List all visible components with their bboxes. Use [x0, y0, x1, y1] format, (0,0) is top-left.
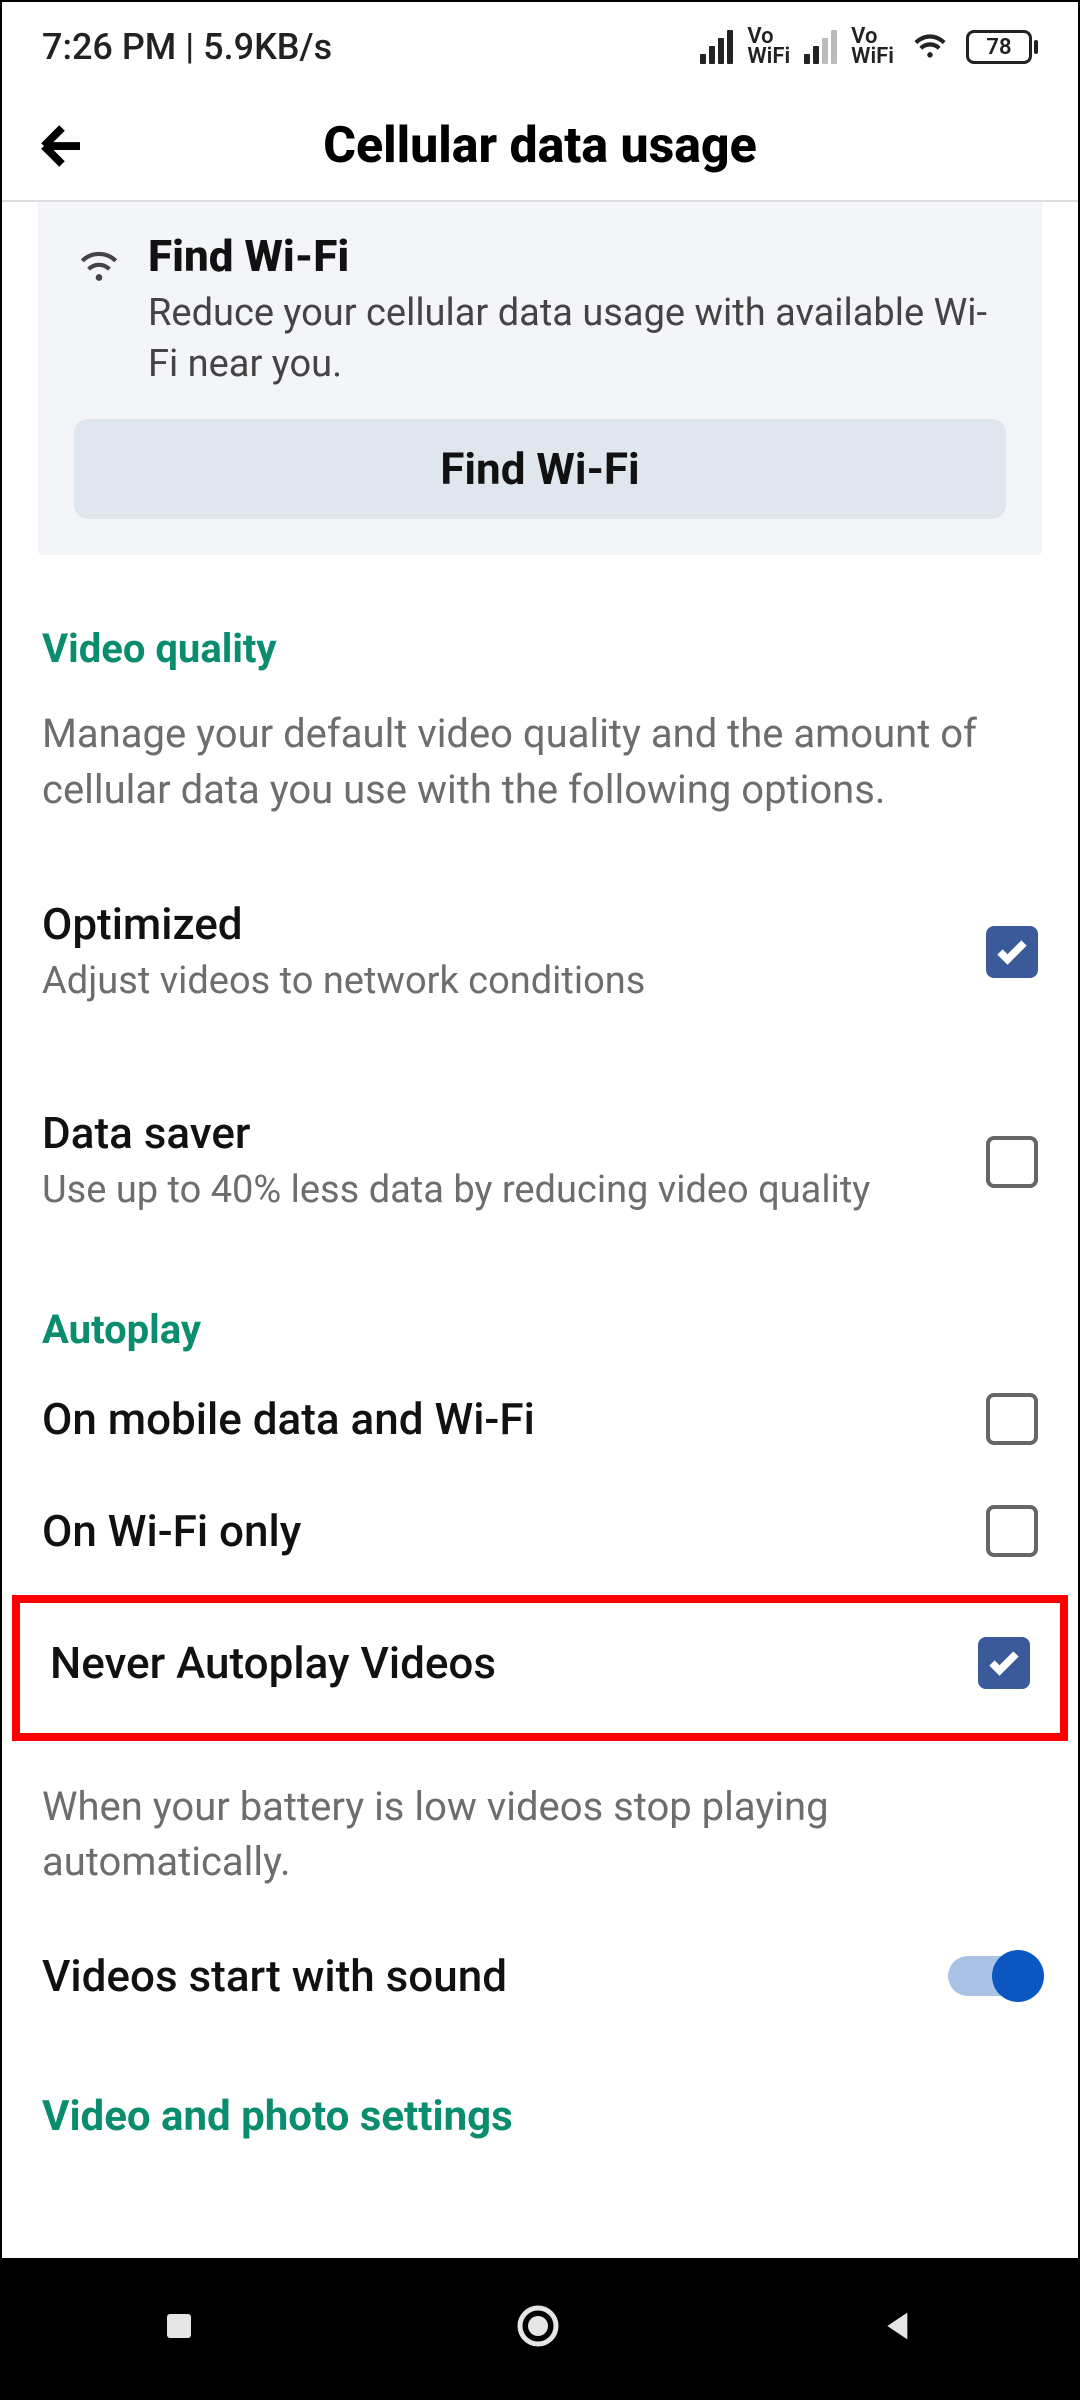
wifi-icon — [908, 21, 952, 74]
status-net-speed: 5.9KB/s — [203, 26, 332, 68]
autoplay-header: Autoplay — [2, 1246, 1078, 1363]
nav-home-button[interactable] — [514, 2302, 562, 2354]
datasaver-checkbox[interactable] — [986, 1136, 1038, 1188]
content: Find Wi-Fi Reduce your cellular data usa… — [2, 202, 1078, 2258]
app-header: Cellular data usage — [2, 92, 1078, 202]
videos-sound-row[interactable]: Videos start with sound — [2, 1900, 1078, 2032]
nav-back-button[interactable] — [879, 2306, 919, 2350]
nav-recents-button[interactable] — [161, 2308, 197, 2348]
optimized-row[interactable]: Optimized Adjust videos to network condi… — [2, 828, 1078, 1037]
vowifi-2-icon: VoWiFi — [851, 27, 894, 67]
video-quality-sub: Manage your default video quality and th… — [2, 682, 1078, 828]
system-nav-bar — [2, 2258, 1078, 2398]
autoplay-opt1-label: On mobile data and Wi-Fi — [42, 1393, 986, 1445]
autoplay-never-row[interactable]: Never Autoplay Videos — [12, 1595, 1068, 1741]
optimized-sub: Adjust videos to network conditions — [42, 956, 986, 1007]
battery-icon: 78 — [966, 30, 1038, 64]
signal-2-icon — [804, 30, 837, 64]
find-wifi-card: Find Wi-Fi Reduce your cellular data usa… — [38, 202, 1042, 555]
autoplay-mobile-wifi-row[interactable]: On mobile data and Wi-Fi — [2, 1363, 1078, 1475]
autoplay-opt3-checkbox[interactable] — [978, 1637, 1030, 1689]
back-button[interactable] — [32, 116, 92, 176]
signal-1-icon — [700, 30, 733, 64]
autoplay-wifi-only-row[interactable]: On Wi-Fi only — [2, 1475, 1078, 1587]
videos-sound-toggle[interactable] — [948, 1956, 1038, 1996]
videos-sound-label: Videos start with sound — [42, 1950, 948, 2002]
status-bar: 7:26 PM | 5.9KB/s VoWiFi VoWiFi 78 — [2, 2, 1078, 92]
optimized-checkbox[interactable] — [986, 926, 1038, 978]
video-quality-header: Video quality — [2, 555, 1078, 682]
autoplay-opt2-label: On Wi-Fi only — [42, 1505, 986, 1557]
datasaver-title: Data saver — [42, 1107, 986, 1159]
optimized-title: Optimized — [42, 898, 986, 950]
wifi-card-icon — [74, 230, 124, 391]
status-time: 7:26 PM — [42, 26, 176, 68]
video-photo-settings-link[interactable]: Video and photo settings — [2, 2032, 1078, 2161]
find-wifi-subtitle: Reduce your cellular data usage with ava… — [148, 288, 1006, 391]
autoplay-opt3-label: Never Autoplay Videos — [50, 1637, 978, 1689]
find-wifi-title: Find Wi-Fi — [148, 230, 1006, 282]
find-wifi-button[interactable]: Find Wi-Fi — [74, 419, 1006, 519]
datasaver-row[interactable]: Data saver Use up to 40% less data by re… — [2, 1037, 1078, 1246]
autoplay-opt2-checkbox[interactable] — [986, 1505, 1038, 1557]
vowifi-1-icon: VoWiFi — [747, 27, 790, 67]
datasaver-sub: Use up to 40% less data by reducing vide… — [42, 1165, 986, 1216]
page-title: Cellular data usage — [92, 117, 1048, 175]
autoplay-opt1-checkbox[interactable] — [986, 1393, 1038, 1445]
autoplay-note: When your battery is low videos stop pla… — [2, 1749, 1078, 1899]
